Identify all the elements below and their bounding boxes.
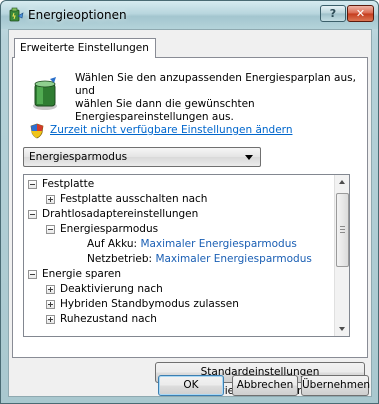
setting-label: Auf Akku: — [87, 238, 138, 250]
tree-item-auf-akku[interactable]: Auf Akku: Maximaler Energiesparmodus — [87, 237, 332, 252]
expand-icon[interactable] — [46, 315, 55, 324]
cancel-button[interactable]: Abbrechen — [232, 375, 298, 396]
scrollbar-thumb[interactable] — [336, 193, 349, 267]
tree-item-hybrid-standby[interactable]: Hybriden Standbymodus zulassen — [46, 297, 326, 312]
tree-item-energie-sparen[interactable]: Energie sparen — [28, 267, 328, 282]
tree-item-ruhezustand[interactable]: Ruhezustand nach — [46, 312, 326, 327]
expand-icon[interactable] — [46, 195, 55, 204]
power-plan-dropdown[interactable]: Energiesparmodus — [23, 147, 261, 167]
tree-item-festplatte[interactable]: Festplatte — [28, 177, 328, 192]
power-options-window: Energieoptionen ? ✕ Erweiterte Einstellu… — [0, 0, 379, 404]
close-icon: ✕ — [355, 7, 366, 20]
settings-tree[interactable]: Festplatte Festplatte ausschalten nach D… — [23, 174, 350, 337]
tab-panel: Wählen Sie den anzupassenden Energiespar… — [12, 57, 368, 397]
apply-button[interactable]: Übernehmen — [301, 375, 370, 396]
tree-item-festplatte-ausschalten[interactable]: Festplatte ausschalten nach — [46, 192, 326, 207]
close-button[interactable]: ✕ — [347, 5, 374, 22]
uac-shield-icon — [30, 123, 44, 139]
power-options-icon — [9, 7, 24, 22]
intro-line-1: Wählen Sie den anzupassenden Energiespar… — [75, 72, 356, 97]
intro-line-3: Energiespareinstellungen aus. — [75, 111, 234, 123]
tree-item-label: Drahtlosadaptereinstellungen — [42, 208, 199, 220]
expand-icon[interactable] — [46, 285, 55, 294]
collapse-icon[interactable] — [28, 180, 37, 189]
title-bar[interactable]: Energieoptionen ? ✕ — [1, 1, 378, 29]
change-unavailable-settings-link[interactable]: Zurzeit nicht verfügbare Einstellungen ä… — [50, 124, 292, 136]
intro-text: Wählen Sie den anzupassenden Energiespar… — [75, 72, 361, 124]
tree-item-label: Festplatte ausschalten nach — [60, 193, 208, 205]
tree-scrollbar[interactable] — [334, 175, 349, 336]
help-button[interactable]: ? — [320, 5, 346, 22]
dialog-client-area: Erweiterte Einstellungen Wählen Sie den … — [8, 29, 372, 397]
tree-item-drahtlosadapter[interactable]: Drahtlosadaptereinstellungen — [28, 207, 328, 222]
tree-item-label: Energie sparen — [42, 268, 122, 280]
collapse-icon[interactable] — [46, 225, 55, 234]
scroll-down-arrow-icon[interactable] — [335, 321, 349, 336]
tree-item-netzbetrieb[interactable]: Netzbetrieb: Maximaler Energiesparmodus — [87, 252, 332, 267]
tree-item-deaktivierung[interactable]: Deaktivierung nach — [46, 282, 326, 297]
chevron-down-icon — [245, 155, 253, 160]
tree-item-label: Deaktivierung nach — [60, 283, 163, 295]
tree-item-label: Ruhezustand nach — [60, 313, 157, 325]
tab-advanced-settings[interactable]: Erweiterte Einstellungen — [14, 38, 156, 58]
window-title: Energieoptionen — [28, 8, 127, 22]
collapse-icon[interactable] — [28, 270, 37, 279]
ok-button[interactable]: OK — [158, 375, 224, 396]
setting-label: Netzbetrieb: — [87, 253, 153, 265]
intro-line-2: wählen Sie dann die gewünschten — [75, 98, 255, 110]
battery-plan-icon — [33, 77, 57, 110]
help-icon: ? — [329, 7, 337, 20]
collapse-icon[interactable] — [28, 210, 37, 219]
setting-value-link[interactable]: Maximaler Energiesparmodus — [155, 253, 311, 265]
tree-item-energiesparmodus[interactable]: Energiesparmodus — [46, 222, 326, 237]
scroll-up-arrow-icon[interactable] — [335, 175, 349, 190]
tree-item-label: Hybriden Standbymodus zulassen — [60, 298, 239, 310]
tree-item-label: Energiesparmodus — [60, 223, 159, 235]
power-plan-dropdown-value: Energiesparmodus — [29, 151, 128, 163]
setting-value-link[interactable]: Maximaler Energiesparmodus — [140, 238, 296, 250]
expand-icon[interactable] — [46, 300, 55, 309]
tree-item-label: Festplatte — [42, 178, 95, 190]
